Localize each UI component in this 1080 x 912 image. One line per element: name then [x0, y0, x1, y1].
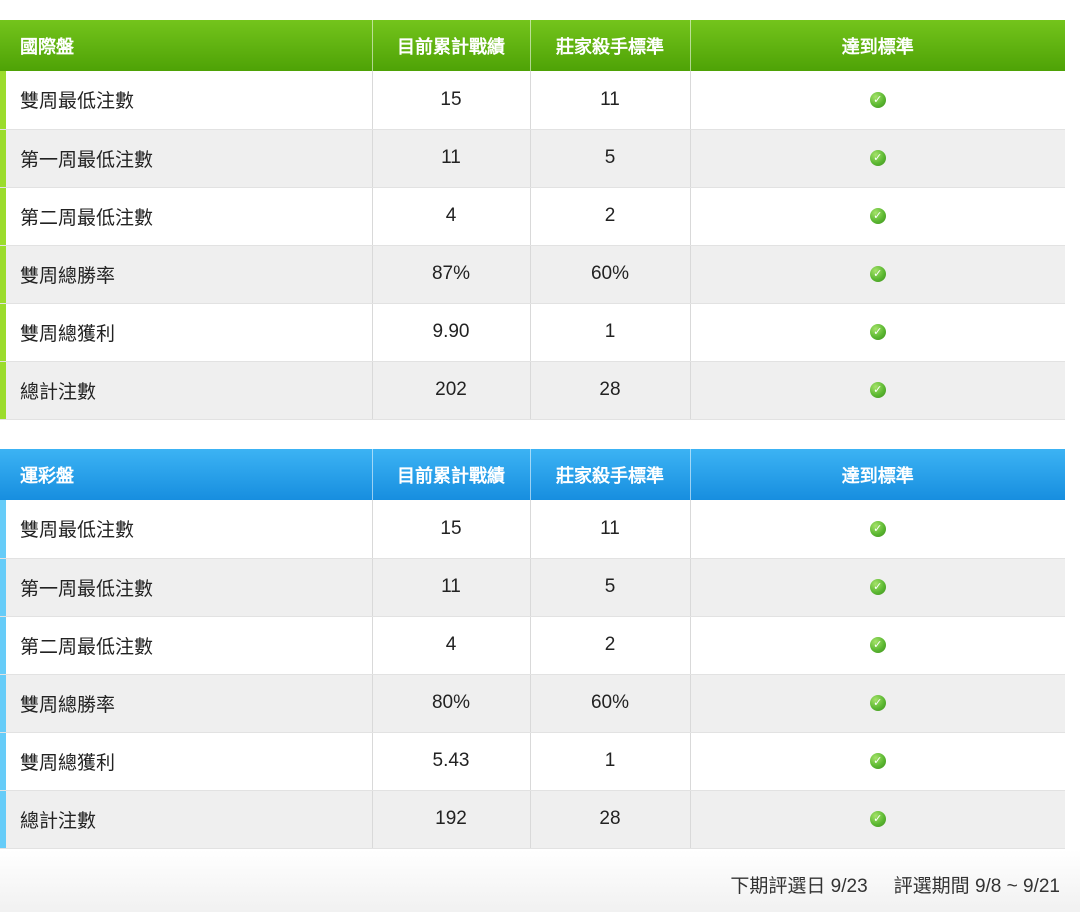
selection-footer: 下期評選日 9/23 評選期間 9/8 ~ 9/21 — [0, 850, 1080, 912]
sport-standards-table: 運彩盤 目前累計戰績 莊家殺手標準 達到標準 雙周最低注數 15 11 ✓ 第一… — [0, 449, 1065, 849]
current-value: 11 — [371, 558, 530, 617]
standard-value: 5 — [529, 558, 690, 617]
check-circle-icon: ✓ — [869, 149, 886, 166]
met-cell: ✓ — [689, 245, 1065, 304]
check-circle-icon: ✓ — [869, 323, 886, 340]
row-label: 雙周總勝率 — [0, 674, 372, 733]
met-cell: ✓ — [689, 303, 1065, 362]
row-label: 總計注數 — [0, 361, 372, 420]
table-row: 第一周最低注數 11 5 ✓ — [0, 129, 1065, 188]
column-header-current: 目前累計戰績 — [371, 20, 530, 71]
table-title: 國際盤 — [0, 20, 372, 71]
check-circle-icon: ✓ — [869, 578, 886, 595]
row-label: 第一周最低注數 — [0, 129, 372, 188]
table-row: 第一周最低注數 11 5 ✓ — [0, 558, 1065, 617]
row-label: 雙周總獲利 — [0, 303, 372, 362]
current-value: 15 — [371, 500, 530, 559]
standard-value: 1 — [529, 303, 690, 362]
check-circle-icon: ✓ — [869, 752, 886, 769]
met-cell: ✓ — [689, 616, 1065, 675]
row-label: 第二周最低注數 — [0, 187, 372, 246]
current-value: 87% — [371, 245, 530, 304]
current-value: 5.43 — [371, 732, 530, 791]
check-circle-icon: ✓ — [869, 265, 886, 282]
table-header-row: 運彩盤 目前累計戰績 莊家殺手標準 達到標準 — [0, 449, 1065, 500]
current-value: 9.90 — [371, 303, 530, 362]
met-cell: ✓ — [689, 790, 1065, 849]
check-circle-icon: ✓ — [869, 636, 886, 653]
check-circle-icon: ✓ — [869, 810, 886, 827]
check-circle-icon: ✓ — [869, 207, 886, 224]
column-header-standard: 莊家殺手標準 — [529, 20, 690, 71]
current-value: 192 — [371, 790, 530, 849]
standard-value: 28 — [529, 790, 690, 849]
check-circle-icon: ✓ — [869, 694, 886, 711]
table-row: 雙周總獲利 9.90 1 ✓ — [0, 303, 1065, 362]
table-row: 雙周最低注數 15 11 ✓ — [0, 71, 1065, 130]
table-row: 第二周最低注數 4 2 ✓ — [0, 187, 1065, 246]
table-row: 總計注數 192 28 ✓ — [0, 790, 1065, 849]
standard-value: 11 — [529, 71, 690, 130]
current-value: 202 — [371, 361, 530, 420]
standard-value: 60% — [529, 674, 690, 733]
standard-value: 5 — [529, 129, 690, 188]
current-value: 15 — [371, 71, 530, 130]
standard-value: 11 — [529, 500, 690, 559]
standard-value: 2 — [529, 616, 690, 675]
standard-value: 2 — [529, 187, 690, 246]
table-title: 運彩盤 — [0, 449, 372, 500]
check-circle-icon: ✓ — [869, 381, 886, 398]
row-label: 雙周最低注數 — [0, 71, 372, 130]
check-circle-icon: ✓ — [869, 91, 886, 108]
met-cell: ✓ — [689, 732, 1065, 791]
table-row: 雙周總勝率 80% 60% ✓ — [0, 674, 1065, 733]
selection-dates: 下期評選日 9/23 評選期間 9/8 ~ 9/21 — [730, 871, 1060, 898]
standard-value: 60% — [529, 245, 690, 304]
met-cell: ✓ — [689, 500, 1065, 559]
column-header-met: 達到標準 — [689, 449, 1065, 500]
standard-value: 1 — [529, 732, 690, 791]
selection-period: 評選期間 9/8 ~ 9/21 — [893, 876, 1060, 897]
table-row: 雙周最低注數 15 11 ✓ — [0, 500, 1065, 559]
standard-value: 28 — [529, 361, 690, 420]
met-cell: ✓ — [689, 361, 1065, 420]
row-label: 第二周最低注數 — [0, 616, 372, 675]
check-circle-icon: ✓ — [869, 520, 886, 537]
current-value: 4 — [371, 616, 530, 675]
met-cell: ✓ — [689, 674, 1065, 733]
row-label: 雙周總獲利 — [0, 732, 372, 791]
current-value: 4 — [371, 187, 530, 246]
current-value: 80% — [371, 674, 530, 733]
row-label: 雙周最低注數 — [0, 500, 372, 559]
column-header-standard: 莊家殺手標準 — [529, 449, 690, 500]
column-header-met: 達到標準 — [689, 20, 1065, 71]
met-cell: ✓ — [689, 71, 1065, 130]
row-label: 雙周總勝率 — [0, 245, 372, 304]
table-row: 雙周總勝率 87% 60% ✓ — [0, 245, 1065, 304]
row-label: 總計注數 — [0, 790, 372, 849]
column-header-current: 目前累計戰績 — [371, 449, 530, 500]
row-label: 第一周最低注數 — [0, 558, 372, 617]
current-value: 11 — [371, 129, 530, 188]
met-cell: ✓ — [689, 187, 1065, 246]
table-row: 總計注數 202 28 ✓ — [0, 361, 1065, 420]
met-cell: ✓ — [689, 558, 1065, 617]
table-row: 第二周最低注數 4 2 ✓ — [0, 616, 1065, 675]
met-cell: ✓ — [689, 129, 1065, 188]
table-header-row: 國際盤 目前累計戰績 莊家殺手標準 達到標準 — [0, 20, 1065, 71]
next-selection-date: 下期評選日 9/23 — [730, 876, 868, 897]
table-row: 雙周總獲利 5.43 1 ✓ — [0, 732, 1065, 791]
intl-standards-table: 國際盤 目前累計戰績 莊家殺手標準 達到標準 雙周最低注數 15 11 ✓ 第一… — [0, 20, 1065, 420]
